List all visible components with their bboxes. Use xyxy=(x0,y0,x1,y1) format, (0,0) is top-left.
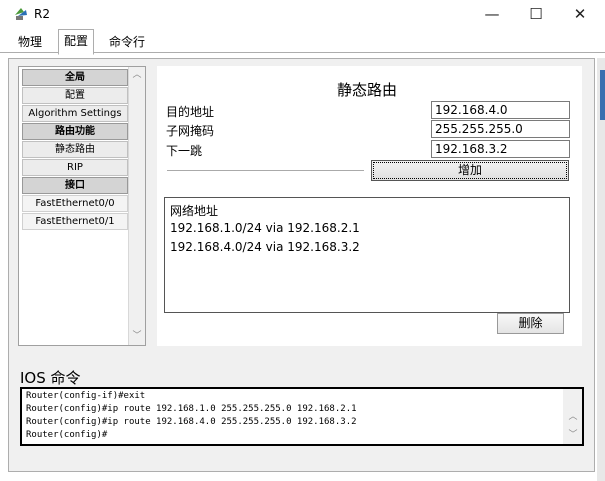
console-line: Router(config)#ip route 192.168.1.0 255.… xyxy=(26,404,357,414)
sidebar-item-settings[interactable]: 配置 xyxy=(22,87,128,104)
sidebar-header-global[interactable]: 全局 xyxy=(22,69,128,86)
console-line: Router(config)#ip route 192.168.4.0 255.… xyxy=(26,417,357,427)
delete-button[interactable]: 删除 xyxy=(497,313,564,334)
ios-console[interactable]: Router(config-if)#exit Router(config)#ip… xyxy=(20,387,584,446)
chevron-down-icon[interactable]: ﹀ xyxy=(565,427,581,443)
ios-command-label: IOS 命令 xyxy=(20,369,81,387)
sidebar-item-static[interactable]: 静态路由 xyxy=(22,141,128,158)
console-line: Router(config-if)#exit xyxy=(26,391,146,401)
sidebar-item-algorithm[interactable]: Algorithm Settings xyxy=(22,105,128,122)
separator-line xyxy=(167,170,364,171)
nexthop-label: 下一跳 xyxy=(166,144,203,158)
chevron-up-icon[interactable]: ︿ xyxy=(129,67,145,83)
maximize-button[interactable]: ☐ xyxy=(514,0,558,30)
route-list[interactable] xyxy=(164,197,570,313)
sidebar-header-routing[interactable]: 路由功能 xyxy=(22,123,128,140)
route-item[interactable]: 192.168.1.0/24 via 192.168.2.1 xyxy=(170,221,360,235)
background-window-edge xyxy=(597,58,605,481)
add-button[interactable]: 增加 xyxy=(371,160,569,181)
chevron-up-icon[interactable]: ︿ xyxy=(565,409,581,425)
dest-field[interactable]: 192.168.4.0 xyxy=(431,101,570,119)
background-window-accent xyxy=(600,70,605,120)
router-icon xyxy=(15,8,27,20)
tab-config[interactable]: 配置 xyxy=(58,29,95,55)
sidebar-item-fa01[interactable]: FastEthernet0/1 xyxy=(22,213,128,230)
sidebar-header-interface[interactable]: 接口 xyxy=(22,177,128,194)
sidebar-list: 全局 配置 Algorithm Settings 路由功能 静态路由 RIP 接… xyxy=(18,66,146,346)
dest-label: 目的地址 xyxy=(166,105,215,119)
sidebar-scrollbar[interactable]: ︿ ﹀ xyxy=(128,67,145,345)
sidebar-item-rip[interactable]: RIP xyxy=(22,159,128,176)
window-title: R2 xyxy=(34,7,50,21)
mask-label: 子网掩码 xyxy=(166,124,215,138)
page-title: 静态路由 xyxy=(337,81,398,99)
console-scrollbar[interactable]: ︿ ﹀ xyxy=(563,389,582,444)
tab-cli[interactable]: 命令行 xyxy=(104,32,150,52)
sidebar-item-fa00[interactable]: FastEthernet0/0 xyxy=(22,195,128,212)
route-item[interactable]: 192.168.4.0/24 via 192.168.3.2 xyxy=(170,240,360,254)
chevron-down-icon[interactable]: ﹀ xyxy=(129,328,145,344)
tab-physical[interactable]: 物理 xyxy=(13,32,47,52)
route-list-header: 网络地址 xyxy=(170,204,219,218)
mask-field[interactable]: 255.255.255.0 xyxy=(431,120,570,138)
console-line: Router(config)# xyxy=(26,430,108,440)
close-button[interactable]: ✕ xyxy=(558,0,602,30)
nexthop-field[interactable]: 192.168.3.2 xyxy=(431,140,570,158)
minimize-button[interactable]: — xyxy=(470,0,514,30)
